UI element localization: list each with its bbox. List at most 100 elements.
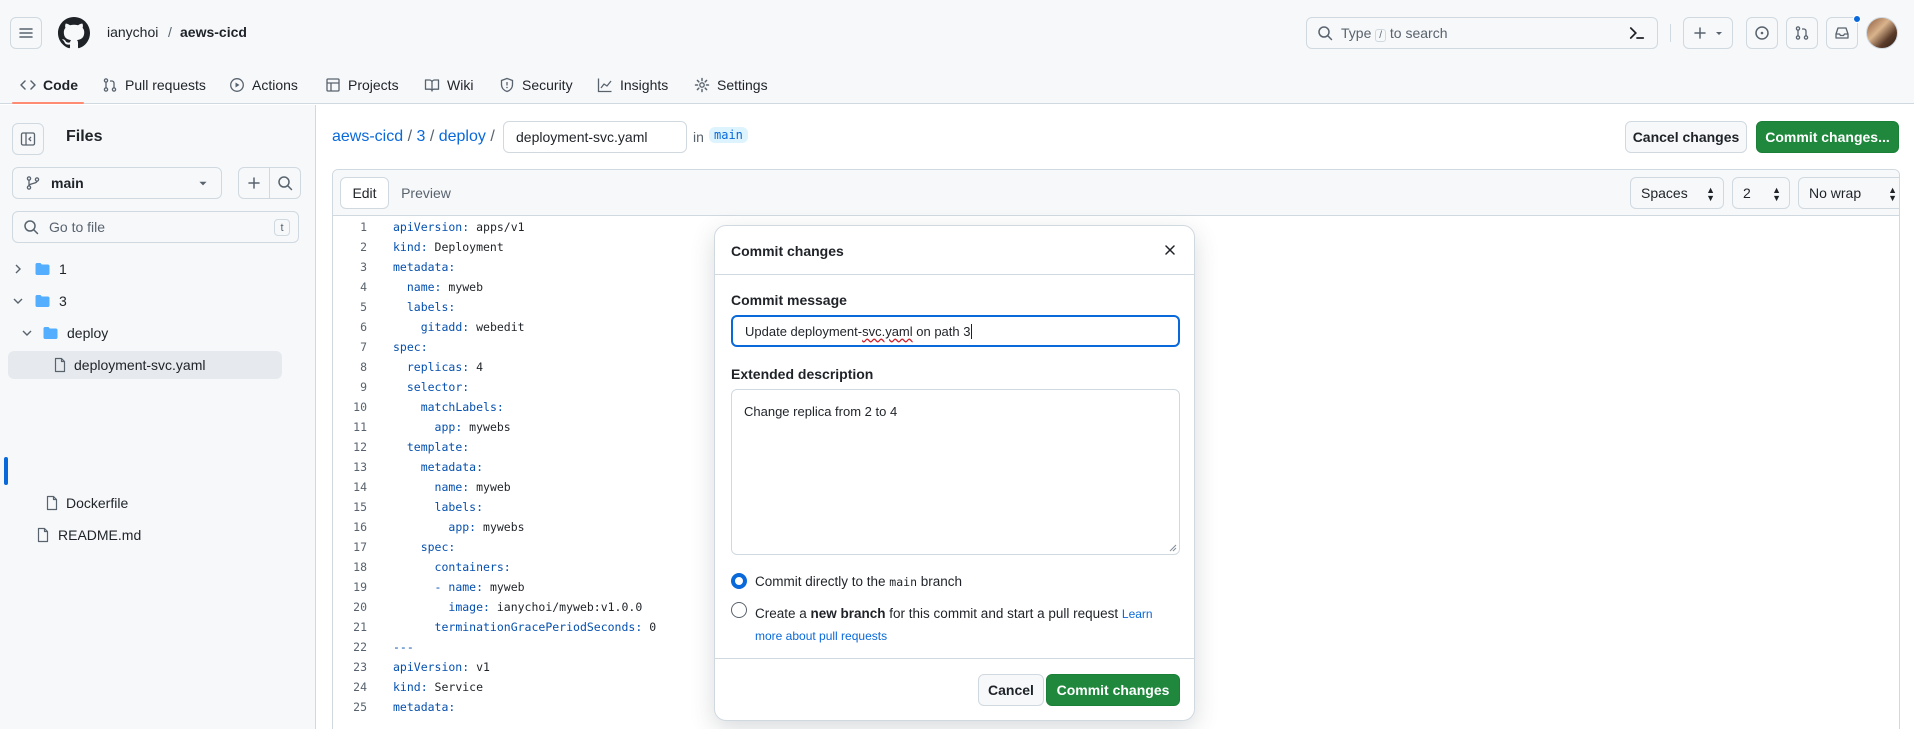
tree-item-file-deployment-svc[interactable]: deployment-svc.yaml — [8, 351, 282, 379]
commit-directly-radio[interactable] — [731, 573, 747, 589]
line-source: apiVersion: v1 — [393, 660, 490, 674]
line-source: spec: — [420, 540, 456, 554]
commit-changes-button[interactable]: Commit changes... — [1756, 121, 1899, 153]
cancel-changes-button[interactable]: Cancel changes — [1625, 121, 1747, 153]
tab-projects-label: Projects — [348, 77, 399, 93]
tab-code[interactable]: Code — [16, 66, 82, 104]
commit-message-input[interactable]: Update deployment-svc.yaml on path 3 — [731, 315, 1180, 347]
path-dir-link[interactable]: deploy — [439, 128, 486, 145]
issues-button[interactable] — [1746, 17, 1778, 49]
tab-pull-requests-label: Pull requests — [125, 77, 206, 93]
dialog-title: Commit changes — [731, 243, 844, 259]
line-number: 18 — [353, 560, 367, 574]
tree-item-folder-deploy[interactable]: deploy — [0, 319, 282, 347]
tab-insights-label: Insights — [620, 77, 669, 93]
active-tab-indicator — [12, 102, 84, 104]
filename-input[interactable]: deployment-svc.yaml — [503, 121, 687, 153]
close-dialog-button[interactable] — [1160, 240, 1180, 260]
go-to-file-input[interactable]: Go to file t — [12, 211, 299, 243]
resize-handle-icon[interactable] — [1167, 542, 1177, 552]
line-number: 3 — [360, 260, 367, 274]
tree-item-folder-3[interactable]: 3 — [0, 287, 282, 315]
dialog-commit-button[interactable]: Commit changes — [1046, 674, 1180, 706]
plus-icon — [248, 177, 260, 189]
sidebar-title: Files — [66, 128, 103, 145]
create-new-button[interactable] — [1683, 17, 1733, 49]
commit-dialog: Commit changes Commit message Update dep… — [714, 225, 1195, 721]
chevron-down-icon — [22, 330, 32, 336]
path-dir-link[interactable]: 3 — [416, 128, 425, 145]
dialog-footer-divider — [715, 658, 1194, 659]
line-number: 7 — [360, 340, 367, 354]
tab-settings[interactable]: Settings — [690, 66, 772, 104]
file-path-breadcrumb: aews-cicd / 3 / deploy / — [332, 128, 495, 146]
pull-requests-button[interactable] — [1786, 17, 1818, 49]
tree-item-label: 1 — [59, 261, 67, 277]
select-arrows-icon: ▲ ▼ — [1772, 185, 1781, 203]
wrap-mode-select[interactable]: No wrap ▲ ▼ — [1798, 177, 1899, 209]
tree-item-file-readme[interactable]: README.md — [0, 521, 282, 549]
global-search[interactable]: Type / to search — [1306, 17, 1658, 49]
command-palette-button[interactable] — [1627, 23, 1647, 46]
indent-mode-select[interactable]: Spaces ▲ ▼ — [1630, 177, 1724, 209]
triangle-down-icon — [199, 181, 207, 186]
tab-edit[interactable]: Edit — [340, 177, 389, 209]
shield-icon — [500, 77, 514, 93]
branch-selector[interactable]: main — [12, 167, 222, 199]
path-separator: / — [429, 128, 439, 145]
tab-security[interactable]: Security — [495, 66, 577, 104]
extended-description-textarea[interactable]: Change replica from 2 to 4 — [731, 389, 1180, 555]
issue-opened-icon — [1755, 26, 1769, 40]
folder-open-icon — [35, 295, 50, 307]
line-number: 17 — [353, 540, 367, 554]
sidebar-collapse-icon — [20, 132, 36, 146]
new-branch-label[interactable]: Create a new branch for this commit and … — [755, 603, 1175, 647]
new-branch-radio[interactable] — [731, 602, 747, 618]
line-number: 20 — [353, 600, 367, 614]
line-source: containers: — [434, 560, 511, 574]
line-number: 25 — [353, 700, 367, 714]
add-file-button[interactable] — [238, 167, 270, 199]
tab-actions[interactable]: Actions — [225, 66, 302, 104]
plus-icon — [1694, 27, 1706, 39]
extended-description-label: Extended description — [731, 366, 874, 382]
learn-more-link[interactable]: Learn — [1122, 607, 1153, 621]
tab-actions-label: Actions — [252, 77, 298, 93]
file-icon — [46, 495, 58, 511]
line-number: 19 — [353, 580, 367, 594]
tree-item-file-dockerfile[interactable]: Dockerfile — [0, 489, 282, 517]
line-source: --- — [393, 640, 414, 654]
github-logo-icon[interactable] — [58, 17, 90, 49]
search-files-button[interactable] — [269, 167, 301, 199]
line-number: 11 — [353, 420, 367, 434]
git-pull-request-icon — [1795, 26, 1809, 40]
indent-size-select[interactable]: 2 ▲ ▼ — [1732, 177, 1790, 209]
tab-pull-requests[interactable]: Pull requests — [98, 66, 210, 104]
global-header: ianychoi / aews-cicd Type / to search Co… — [0, 0, 1914, 104]
user-avatar[interactable] — [1866, 17, 1898, 49]
chevron-right-icon — [15, 264, 21, 274]
pull-request-icon — [103, 78, 117, 92]
breadcrumb-owner[interactable]: ianychoi — [107, 24, 158, 40]
tree-item-folder-1[interactable]: 1 — [0, 255, 282, 283]
extended-description-value: Change replica from 2 to 4 — [744, 404, 898, 419]
indent-mode-value: Spaces — [1641, 185, 1688, 201]
commit-directly-label[interactable]: Commit directly to the main branch — [755, 574, 962, 589]
line-number: 6 — [360, 320, 367, 334]
hamburger-icon — [19, 28, 33, 38]
line-source: kind: Service — [393, 680, 484, 694]
tab-insights[interactable]: Insights — [593, 66, 672, 104]
keyboard-shortcut: t — [274, 219, 290, 236]
learn-more-link[interactable]: more about pull requests — [755, 629, 887, 643]
terminal-icon — [1629, 27, 1645, 39]
path-repo-link[interactable]: aews-cicd — [332, 128, 403, 145]
menu-button[interactable] — [10, 17, 42, 49]
breadcrumb-repo[interactable]: aews-cicd — [180, 24, 247, 40]
tab-wiki[interactable]: Wiki — [420, 66, 477, 104]
dialog-cancel-button[interactable]: Cancel — [978, 674, 1044, 706]
line-source: metadata: — [393, 260, 456, 274]
tab-preview[interactable]: Preview — [393, 177, 459, 209]
tab-projects[interactable]: Projects — [321, 66, 403, 104]
search-icon — [278, 176, 293, 191]
collapse-sidebar-button[interactable] — [12, 123, 44, 155]
